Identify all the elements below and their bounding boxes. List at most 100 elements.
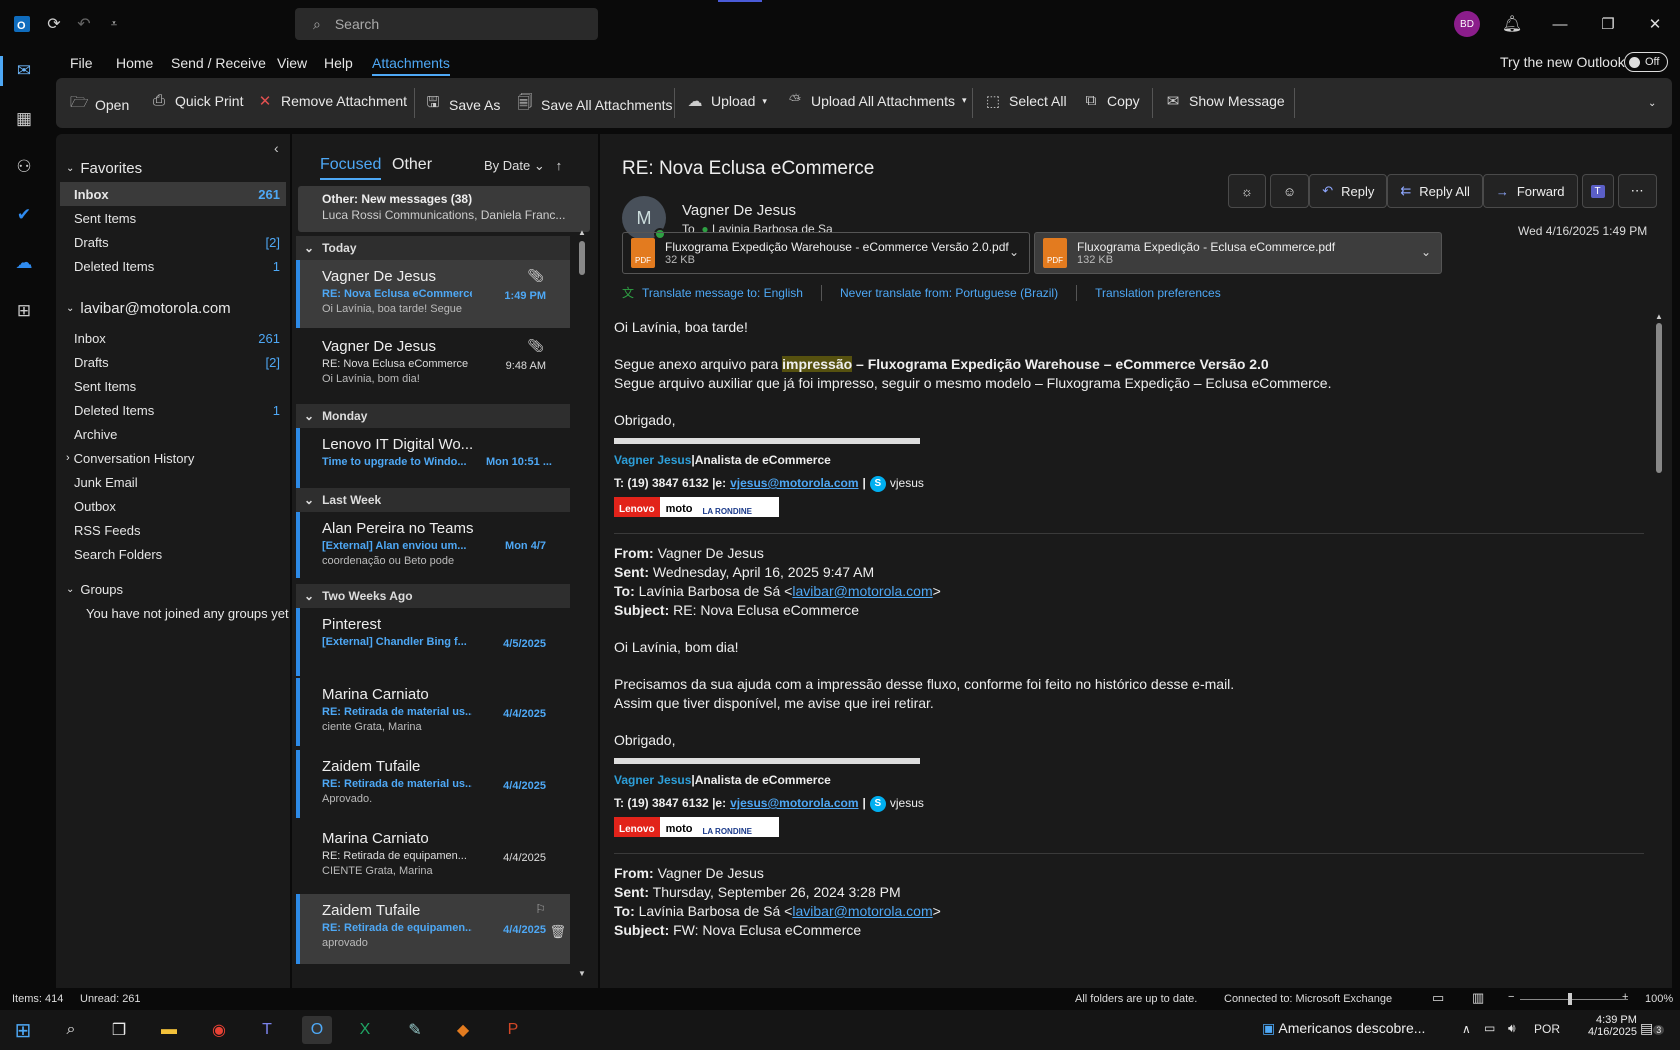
task-view-icon[interactable]: ❒ bbox=[104, 1016, 134, 1044]
attachment-1[interactable]: PDF Fluxograma Expedição Warehouse - eCo… bbox=[622, 232, 1030, 274]
other-new-messages[interactable]: Other: New messages (38) Luca Rossi Comm… bbox=[298, 186, 590, 232]
fav-sent-items[interactable]: Sent Items bbox=[60, 206, 286, 230]
select-all-button[interactable]: ⬚ Select All bbox=[984, 92, 1067, 110]
list-item[interactable]: Alan Pereira no Teams [External] Alan en… bbox=[296, 512, 570, 578]
list-item[interactable]: Marina Carniato RE: Retirada de equipame… bbox=[296, 822, 570, 890]
file-explorer-icon[interactable]: ▬ bbox=[154, 1016, 184, 1044]
customize-qat-icon[interactable]: ⩡ bbox=[102, 12, 126, 36]
folder-rss-feeds[interactable]: RSS Feeds bbox=[60, 518, 286, 542]
flag-icon[interactable]: ⚐ bbox=[535, 902, 546, 916]
menu-send-receive[interactable]: Send / Receive bbox=[171, 55, 266, 71]
ribbon-expand-icon[interactable]: ⌄ bbox=[1648, 98, 1656, 109]
new-outlook-toggle[interactable]: Off bbox=[1624, 52, 1668, 72]
translate-message-link[interactable]: Translate message to: English bbox=[642, 286, 803, 300]
calendar-icon[interactable]: ▦ bbox=[12, 107, 36, 131]
group-today[interactable]: ⌄ Today bbox=[296, 236, 570, 260]
fav-deleted-items[interactable]: Deleted Items 1 bbox=[60, 254, 286, 278]
folder-inbox[interactable]: Inbox 261 bbox=[60, 326, 286, 350]
sort-direction-icon[interactable]: ↑ bbox=[556, 158, 563, 173]
scroll-thumb[interactable] bbox=[579, 241, 585, 275]
reply-all-button[interactable]: ⇇ Reply All bbox=[1387, 174, 1483, 208]
chevron-down-icon[interactable]: ⌄ bbox=[1421, 245, 1431, 259]
tray-chevron-icon[interactable]: ∧ bbox=[1462, 1022, 1471, 1036]
close-button[interactable]: ✕ bbox=[1640, 10, 1670, 38]
outlook-icon[interactable]: O bbox=[302, 1016, 332, 1044]
tab-other[interactable]: Other bbox=[392, 156, 432, 174]
clock[interactable]: 4:39 PM 4/16/2025 bbox=[1588, 1014, 1637, 1038]
group-two-weeks-ago[interactable]: ⌄ Two Weeks Ago bbox=[296, 584, 570, 608]
minimize-button[interactable]: — bbox=[1545, 10, 1575, 38]
sender-name[interactable]: Vagner De Jesus bbox=[682, 202, 796, 219]
folder-sent-items[interactable]: Sent Items bbox=[60, 374, 286, 398]
excel-icon[interactable]: X bbox=[350, 1016, 380, 1044]
menu-attachments[interactable]: Attachments bbox=[372, 55, 450, 76]
zoom-slider-thumb[interactable] bbox=[1568, 993, 1572, 1005]
email-link[interactable]: lavibar@motorola.com bbox=[792, 583, 932, 599]
fav-drafts[interactable]: Drafts [2] bbox=[60, 230, 286, 254]
notepad-icon[interactable]: ✎ bbox=[400, 1016, 430, 1044]
list-scrollbar[interactable]: ▲ ▼ bbox=[578, 228, 586, 978]
powerpoint-icon[interactable]: P bbox=[498, 1016, 528, 1044]
search-input[interactable]: ⌕ Search bbox=[295, 8, 598, 40]
scroll-thumb[interactable] bbox=[1656, 323, 1662, 473]
folder-drafts[interactable]: Drafts [2] bbox=[60, 350, 286, 374]
folder-junk-email[interactable]: Junk Email bbox=[60, 470, 286, 494]
menu-file[interactable]: File bbox=[70, 55, 93, 71]
trash-icon[interactable]: 🗑︎ bbox=[549, 924, 566, 940]
zoom-out-icon[interactable]: − bbox=[1508, 991, 1514, 1003]
react-button[interactable]: ☺ bbox=[1269, 174, 1310, 208]
todo-icon[interactable]: ✔ bbox=[12, 203, 36, 227]
normal-view-icon[interactable]: ▭ bbox=[1432, 990, 1444, 1006]
more-apps-icon[interactable]: ⊞ bbox=[12, 299, 36, 323]
copy-button[interactable]: ⧉ Copy bbox=[1082, 92, 1140, 109]
list-item[interactable]: Lenovo IT Digital Wo... Time to upgrade … bbox=[296, 428, 570, 488]
folder-outbox[interactable]: Outbox bbox=[60, 494, 286, 518]
save-all-attachments-button[interactable]: 🗐 Save All Attachments bbox=[516, 92, 673, 117]
zoom-slider[interactable] bbox=[1520, 999, 1628, 1000]
onedrive-icon[interactable]: ☁ bbox=[12, 251, 36, 275]
sync-icon[interactable]: ⟳ bbox=[42, 12, 66, 36]
restore-button[interactable]: ❐ bbox=[1593, 10, 1623, 38]
reply-button[interactable]: ↶ Reply bbox=[1309, 174, 1388, 208]
menu-view[interactable]: View bbox=[277, 55, 307, 71]
teams-icon[interactable]: T bbox=[252, 1016, 282, 1044]
teams-share-button[interactable]: T bbox=[1581, 174, 1614, 208]
forward-button[interactable]: → Forward bbox=[1482, 174, 1578, 208]
remove-attachment-button[interactable]: ✕ Remove Attachment bbox=[256, 92, 407, 110]
signature-email-link[interactable]: vjesus@motorola.com bbox=[730, 794, 858, 813]
signature-email-link[interactable]: vjesus@motorola.com bbox=[730, 474, 858, 493]
groups-header[interactable]: ⌄ Groups bbox=[66, 582, 123, 597]
never-translate-link[interactable]: Never translate from: Portuguese (Brazil… bbox=[840, 286, 1058, 300]
folder-conversation-history[interactable]: › Conversation History bbox=[60, 446, 286, 470]
zoom-in-icon[interactable]: + bbox=[1622, 991, 1628, 1003]
folder-search-folders[interactable]: Search Folders bbox=[60, 542, 286, 566]
volume-icon[interactable]: 🔊︎ bbox=[1508, 1021, 1516, 1036]
list-item[interactable]: Marina Carniato RE: Retirada de material… bbox=[296, 678, 570, 746]
notification-icon[interactable]: ▤ 3 bbox=[1640, 1020, 1665, 1037]
avatar[interactable]: BD bbox=[1454, 11, 1480, 37]
quick-print-button[interactable]: ⎙ Quick Print bbox=[150, 92, 243, 109]
undo-icon[interactable]: ↶ bbox=[72, 12, 96, 36]
group-last-week[interactable]: ⌄ Last Week bbox=[296, 488, 570, 512]
fav-inbox[interactable]: Inbox 261 bbox=[60, 182, 286, 206]
network-icon[interactable]: ▭ bbox=[1484, 1021, 1495, 1035]
list-item[interactable]: Vagner De Jesus RE: Nova Eclusa eCommerc… bbox=[296, 260, 570, 328]
folder-deleted-items[interactable]: Deleted Items 1 bbox=[60, 398, 286, 422]
bell-icon[interactable]: 🔔︎ bbox=[1500, 12, 1524, 36]
upload-all-attachments-button[interactable]: ⛅︎ Upload All Attachments ▾ bbox=[786, 92, 967, 109]
reading-view-icon[interactable]: ▥ bbox=[1472, 990, 1484, 1006]
sort-by-date[interactable]: By Date ⌄ ↑ bbox=[484, 158, 562, 174]
folder-archive[interactable]: Archive bbox=[60, 422, 286, 446]
collapse-pane-icon[interactable]: ‹ bbox=[274, 140, 279, 156]
list-item[interactable]: Pinterest [External] Chandler Bing f... … bbox=[296, 608, 570, 676]
favorites-header[interactable]: ⌄ Favorites bbox=[66, 160, 142, 177]
menu-home[interactable]: Home bbox=[116, 55, 153, 71]
show-message-button[interactable]: ✉ Show Message bbox=[1164, 92, 1285, 110]
news-widget[interactable]: ▣ Americanos descobre... bbox=[1262, 1020, 1425, 1037]
tab-focused[interactable]: Focused bbox=[320, 156, 382, 180]
open-button[interactable]: 🗁 Open bbox=[70, 92, 129, 117]
translation-preferences-link[interactable]: Translation preferences bbox=[1095, 286, 1221, 300]
account-header[interactable]: ⌄ lavibar@motorola.com bbox=[66, 300, 231, 317]
attachment-2[interactable]: PDF Fluxograma Expedição - Eclusa eComme… bbox=[1034, 232, 1442, 274]
search-icon[interactable]: ⌕ bbox=[56, 1016, 86, 1044]
